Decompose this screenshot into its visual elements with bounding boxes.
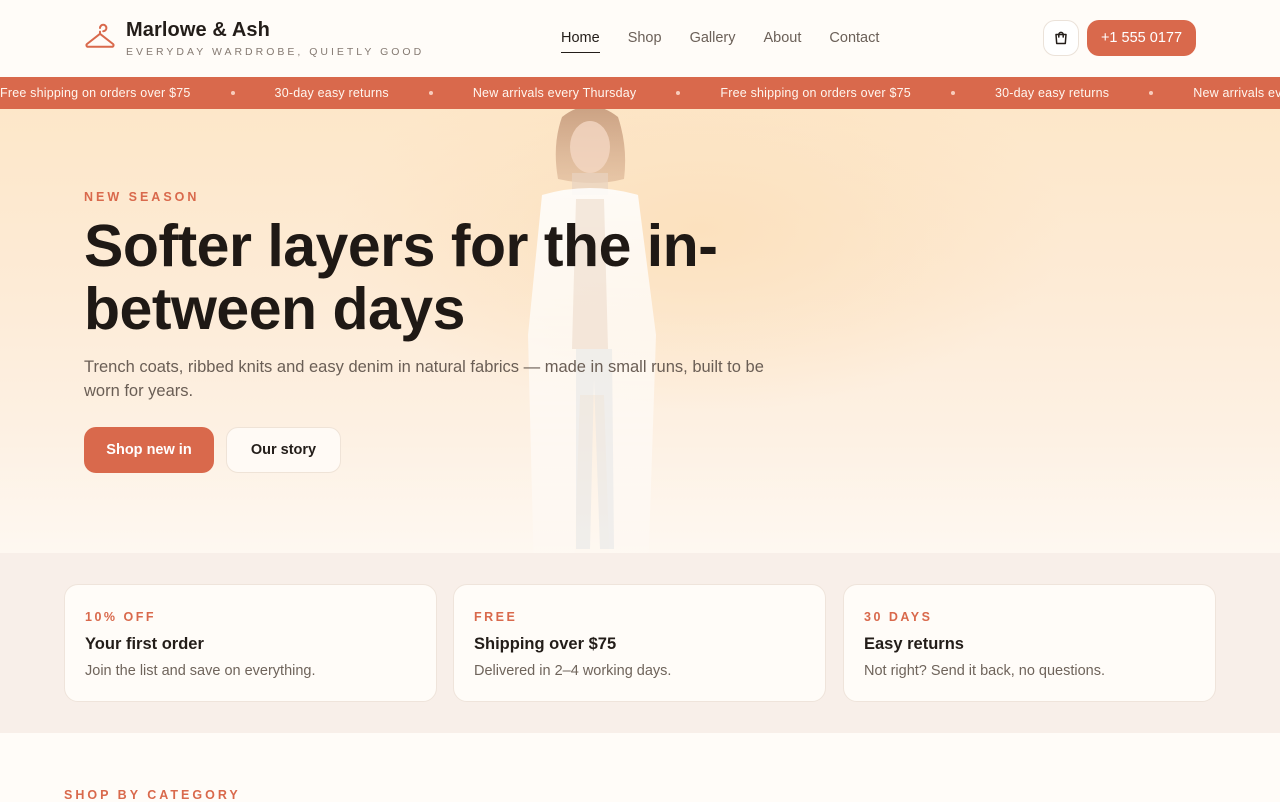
announcement-ticker: Free shipping on orders over $75 30-day …	[0, 77, 1280, 109]
perk-card: 30 DAYS Easy returns Not right? Send it …	[843, 584, 1216, 702]
hero-section: NEW SEASON Softer layers for the in-betw…	[0, 109, 1280, 553]
brand[interactable]: Marlowe & Ash EVERYDAY WARDROBE, QUIETLY…	[84, 18, 424, 58]
perk-tag: FREE	[474, 610, 518, 624]
phone-button[interactable]: +1 555 0177	[1087, 20, 1196, 56]
shopping-bag-icon	[1055, 31, 1067, 45]
perk-title: Shipping over $75	[474, 635, 617, 653]
hanger-icon	[85, 23, 115, 48]
ticker-track: Free shipping on orders over $75 30-day …	[0, 77, 1280, 109]
nav-home[interactable]: Home	[561, 29, 600, 53]
ticker-item: New arrivals every Thursday	[1193, 86, 1280, 100]
shop-new-in-button[interactable]: Shop new in	[84, 427, 214, 473]
brand-name: Marlowe & Ash	[126, 19, 270, 41]
ticker-item: Free shipping on orders over $75	[0, 86, 191, 100]
nav-gallery[interactable]: Gallery	[690, 29, 736, 53]
perk-tag: 30 DAYS	[864, 610, 933, 624]
perk-title: Easy returns	[864, 635, 964, 653]
ticker-separator	[230, 91, 235, 95]
perk-desc: Delivered in 2–4 working days.	[474, 663, 672, 679]
ticker-separator	[950, 91, 955, 95]
ticker-item: Free shipping on orders over $75	[720, 86, 911, 100]
ticker-item: 30-day easy returns	[274, 86, 389, 100]
ticker-separator	[428, 91, 433, 95]
cart-button[interactable]	[1043, 20, 1079, 56]
brand-tagline: EVERYDAY WARDROBE, QUIETLY GOOD	[126, 46, 425, 58]
hero-eyebrow: NEW SEASON	[84, 190, 200, 204]
perk-card: FREE Shipping over $75 Delivered in 2–4 …	[453, 584, 826, 702]
nav-contact[interactable]: Contact	[829, 29, 879, 53]
perks-band: 10% OFF Your first order Join the list a…	[0, 553, 1280, 733]
main-nav: Home Shop Gallery About Contact	[561, 29, 907, 53]
perk-desc: Join the list and save on everything.	[85, 663, 316, 679]
nav-about[interactable]: About	[764, 29, 802, 53]
ticker-separator	[1149, 91, 1154, 95]
perk-tag: 10% OFF	[85, 610, 156, 624]
hero-title: Softer layers for the in-between days	[84, 213, 718, 342]
hero-subtitle: Trench coats, ribbed knits and easy deni…	[84, 358, 764, 400]
perk-title: Your first order	[85, 635, 204, 653]
ticker-item: New arrivals every Thursday	[472, 86, 637, 100]
our-story-button[interactable]: Our story	[226, 427, 341, 473]
ticker-item: 30-day easy returns	[994, 86, 1110, 100]
nav-shop[interactable]: Shop	[628, 29, 662, 53]
perk-desc: Not right? Send it back, no questions.	[864, 663, 1106, 679]
perk-card: 10% OFF Your first order Join the list a…	[64, 584, 437, 702]
ticker-separator	[676, 91, 681, 95]
site-header: Marlowe & Ash EVERYDAY WARDROBE, QUIETLY…	[0, 0, 1280, 77]
